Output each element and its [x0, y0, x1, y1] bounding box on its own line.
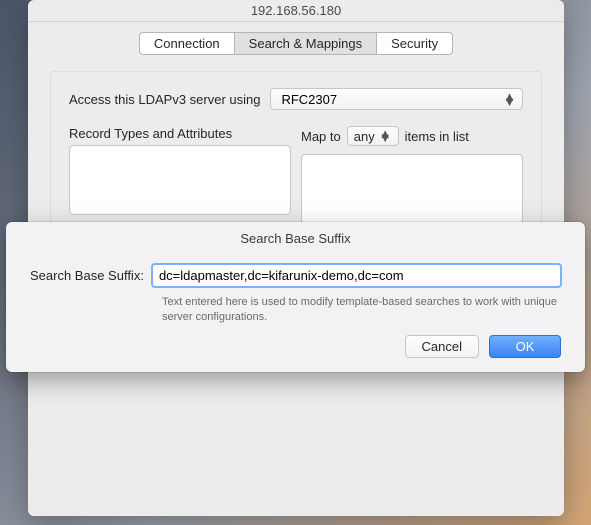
mapto-row: Map to any ▲▼ items in list — [301, 126, 523, 146]
mapto-value: any — [354, 129, 375, 144]
access-select[interactable]: RFC2307 ▲▼ — [270, 88, 523, 110]
dialog-ok-button[interactable]: OK — [489, 335, 561, 358]
tab-bar: Connection Search & Mappings Security — [28, 22, 564, 63]
mapto-listbox[interactable] — [301, 154, 523, 224]
window-title: 192.168.56.180 — [251, 3, 341, 18]
record-types-listbox[interactable] — [69, 145, 291, 215]
mapto-select[interactable]: any ▲▼ — [347, 126, 399, 146]
dialog-title: Search Base Suffix — [6, 222, 585, 256]
tab-search-mappings[interactable]: Search & Mappings — [234, 32, 377, 55]
search-base-suffix-label: Search Base Suffix: — [30, 268, 144, 283]
access-label: Access this LDAPv3 server using — [69, 92, 260, 107]
dialog-cancel-button[interactable]: Cancel — [405, 335, 479, 358]
search-base-suffix-input[interactable] — [152, 264, 561, 287]
chevron-updown-icon: ▲▼ — [379, 132, 392, 140]
tab-connection[interactable]: Connection — [139, 32, 234, 55]
mapto-suffix: items in list — [405, 129, 469, 144]
chevron-updown-icon: ▲▼ — [503, 94, 516, 104]
search-base-suffix-dialog: Search Base Suffix Search Base Suffix: T… — [6, 222, 585, 372]
record-types-label: Record Types and Attributes — [69, 126, 291, 141]
title-bar: 192.168.56.180 — [28, 0, 564, 22]
mapto-prefix: Map to — [301, 129, 341, 144]
access-select-value: RFC2307 — [281, 92, 337, 107]
tab-security[interactable]: Security — [377, 32, 453, 55]
dialog-button-row: Cancel OK — [6, 335, 585, 358]
dialog-help-text: Text entered here is used to modify temp… — [162, 295, 561, 325]
